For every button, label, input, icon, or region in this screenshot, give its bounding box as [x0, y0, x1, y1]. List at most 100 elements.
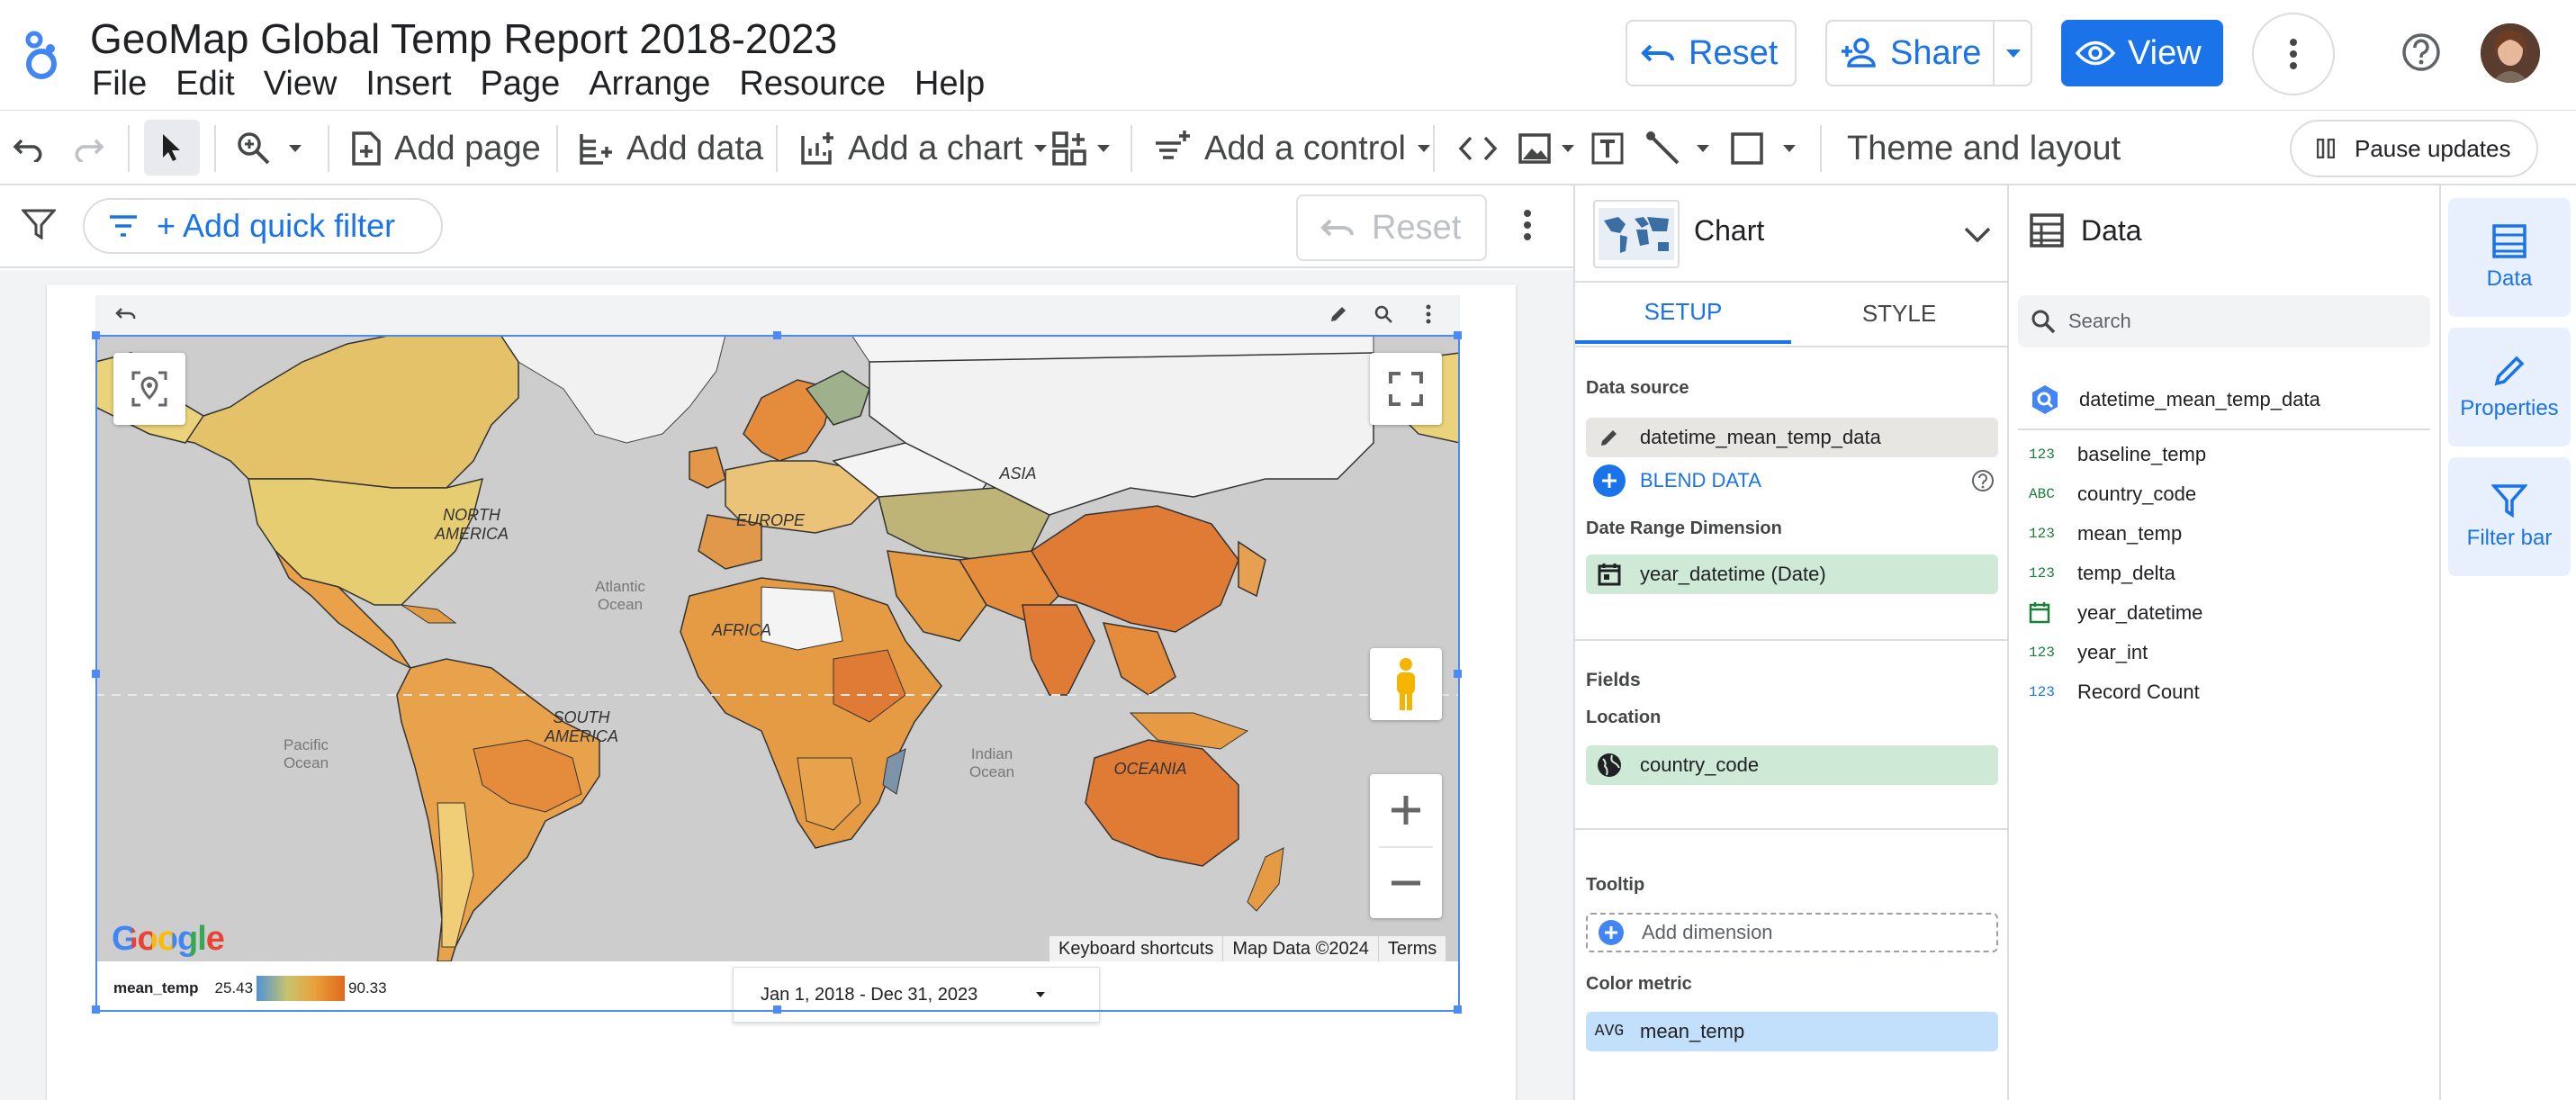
help-circle-icon[interactable]: [1971, 469, 1995, 492]
side-tab-data[interactable]: Data: [2448, 198, 2571, 317]
reset-label: Reset: [1689, 33, 1779, 72]
location-label: Location: [1586, 708, 1662, 727]
report-title[interactable]: GeoMap Global Temp Report 2018-2023: [90, 14, 837, 63]
field-item[interactable]: 123 mean_temp: [2029, 522, 2182, 545]
more-options-button[interactable]: [2252, 13, 2335, 95]
add-data-button[interactable]: Add data: [578, 111, 763, 186]
menu-edit[interactable]: Edit: [161, 65, 248, 104]
help-icon[interactable]: [2401, 32, 2441, 72]
menu-arrange[interactable]: Arrange: [574, 65, 725, 104]
terms-link[interactable]: Terms: [1377, 936, 1446, 961]
minus-icon: [1392, 880, 1420, 886]
zoom-in-button[interactable]: [1390, 774, 1422, 846]
continent-label: OCEANIA: [1113, 760, 1187, 778]
toolbar-divider: [1433, 125, 1435, 172]
chevron-down-icon[interactable]: [1964, 227, 1991, 243]
caret-down-icon: [1036, 992, 1046, 997]
field-item[interactable]: ABC country_code: [2029, 482, 2196, 506]
reset-button[interactable]: Reset: [1626, 20, 1797, 86]
zoom-controls: [1370, 774, 1442, 918]
toolbar-divider: [556, 125, 558, 172]
search-input[interactable]: Search: [2018, 295, 2430, 347]
field-item[interactable]: year_datetime: [2029, 601, 2202, 625]
app-header: GeoMap Global Temp Report 2018-2023 File…: [0, 0, 2576, 110]
add-quick-filter-button[interactable]: + Add quick filter: [83, 198, 443, 254]
street-view-pegman[interactable]: [1370, 648, 1442, 720]
menu-insert[interactable]: Insert: [351, 65, 465, 104]
undo-icon[interactable]: [13, 111, 47, 186]
text-box-icon[interactable]: [1590, 111, 1626, 186]
legend-metric-label: mean_temp: [113, 979, 199, 996]
chart-type-thumbnail[interactable]: [1593, 200, 1680, 268]
toolbar-divider: [776, 125, 778, 172]
theme-layout-button[interactable]: Theme and layout: [1847, 111, 2121, 186]
view-button[interactable]: View: [2061, 20, 2223, 86]
select-tool-icon[interactable]: [144, 120, 200, 176]
menu-file[interactable]: File: [77, 65, 161, 104]
chart-properties-panel: Chart SETUP STYLE Data source datetime_m…: [1573, 185, 2007, 1100]
add-circle-icon: [1588, 913, 1635, 952]
user-avatar[interactable]: [2481, 23, 2540, 83]
looker-studio-logo-icon[interactable]: [23, 31, 63, 79]
caret-down-icon[interactable]: [2005, 49, 2022, 59]
continent-label: ASIA: [999, 464, 1037, 482]
share-button[interactable]: Share: [1825, 20, 2032, 86]
zoom-out-button[interactable]: [1390, 848, 1422, 918]
filter-reset-button: Reset: [1296, 194, 1487, 261]
add-dimension-button[interactable]: Add dimension: [1586, 913, 1998, 952]
data-panel-title: Data: [2081, 214, 2142, 247]
fullscreen-icon: [1389, 372, 1423, 406]
date-range-control[interactable]: Jan 1, 2018 - Dec 31, 2023: [733, 967, 1100, 1023]
pencil-icon[interactable]: [1586, 418, 1633, 457]
ocean-label: Indian Ocean: [968, 745, 1015, 780]
field-item[interactable]: 123 temp_delta: [2029, 562, 2175, 585]
field-item[interactable]: 123 baseline_temp: [2029, 443, 2206, 466]
search-icon: [2031, 310, 2056, 334]
geo-map-chart[interactable]: NORTH AMERICA SOUTH AMERICA EUROPE AFRIC…: [95, 335, 1460, 961]
community-viz-icon[interactable]: [1051, 111, 1111, 186]
pause-updates-button[interactable]: Pause updates: [2290, 120, 2538, 177]
image-icon[interactable]: [1518, 111, 1575, 186]
number-type-icon: 123: [2029, 645, 2055, 661]
fullscreen-button[interactable]: [1370, 353, 1442, 425]
date-range-dimension-chip[interactable]: year_datetime (Date): [1586, 555, 1998, 594]
aggregation-label[interactable]: AVG: [1586, 1012, 1633, 1051]
panel-divider: [2018, 428, 2430, 430]
menu-help[interactable]: Help: [900, 65, 999, 104]
embed-code-icon[interactable]: [1458, 111, 1498, 186]
legend-max: 90.33: [348, 979, 387, 996]
zoom-icon[interactable]: [236, 111, 302, 186]
field-item[interactable]: 123 year_int: [2029, 641, 2148, 664]
location-dimension-chip[interactable]: country_code: [1586, 745, 1998, 785]
side-tab-properties[interactable]: Properties: [2448, 328, 2571, 446]
explore-zoom-icon[interactable]: [1374, 304, 1393, 324]
add-chart-button[interactable]: Add a chart: [799, 111, 1048, 186]
chart-more-icon[interactable]: [1426, 304, 1431, 324]
menu-page[interactable]: Page: [465, 65, 574, 104]
continent-label: EUROPE: [735, 511, 806, 529]
tooltip-label: Tooltip: [1586, 875, 1645, 895]
menu-view[interactable]: View: [249, 65, 352, 104]
data-source-chip[interactable]: datetime_mean_temp_data: [1586, 418, 1998, 457]
menu-resource[interactable]: Resource: [725, 65, 900, 104]
tab-style[interactable]: STYLE: [1791, 283, 2007, 344]
filter-icon: [2491, 484, 2527, 518]
keyboard-shortcuts-link[interactable]: Keyboard shortcuts: [1049, 936, 1222, 961]
more-vert-icon[interactable]: [1523, 209, 1532, 241]
field-item[interactable]: 123 Record Count: [2029, 681, 2200, 704]
edit-pencil-icon[interactable]: [1329, 304, 1348, 324]
add-page-button[interactable]: Add page: [351, 111, 541, 186]
color-metric-chip[interactable]: AVG mean_temp: [1586, 1012, 1998, 1051]
blend-data-button[interactable]: BLEND DATA: [1586, 461, 1998, 500]
side-tab-filter-bar[interactable]: Filter bar: [2448, 457, 2571, 576]
add-control-button[interactable]: Add a control: [1154, 111, 1431, 186]
filter-icon[interactable]: [22, 209, 56, 239]
shape-tool-icon[interactable]: [1730, 111, 1797, 186]
chart-undo-icon[interactable]: [115, 306, 137, 322]
data-source-item[interactable]: datetime_mean_temp_data: [2029, 383, 2320, 416]
add-data-icon: [580, 134, 612, 165]
add-page-icon: [352, 131, 381, 166]
my-location-button[interactable]: [113, 353, 185, 425]
tab-setup[interactable]: SETUP: [1575, 283, 1791, 344]
line-tool-icon[interactable]: [1645, 111, 1710, 186]
